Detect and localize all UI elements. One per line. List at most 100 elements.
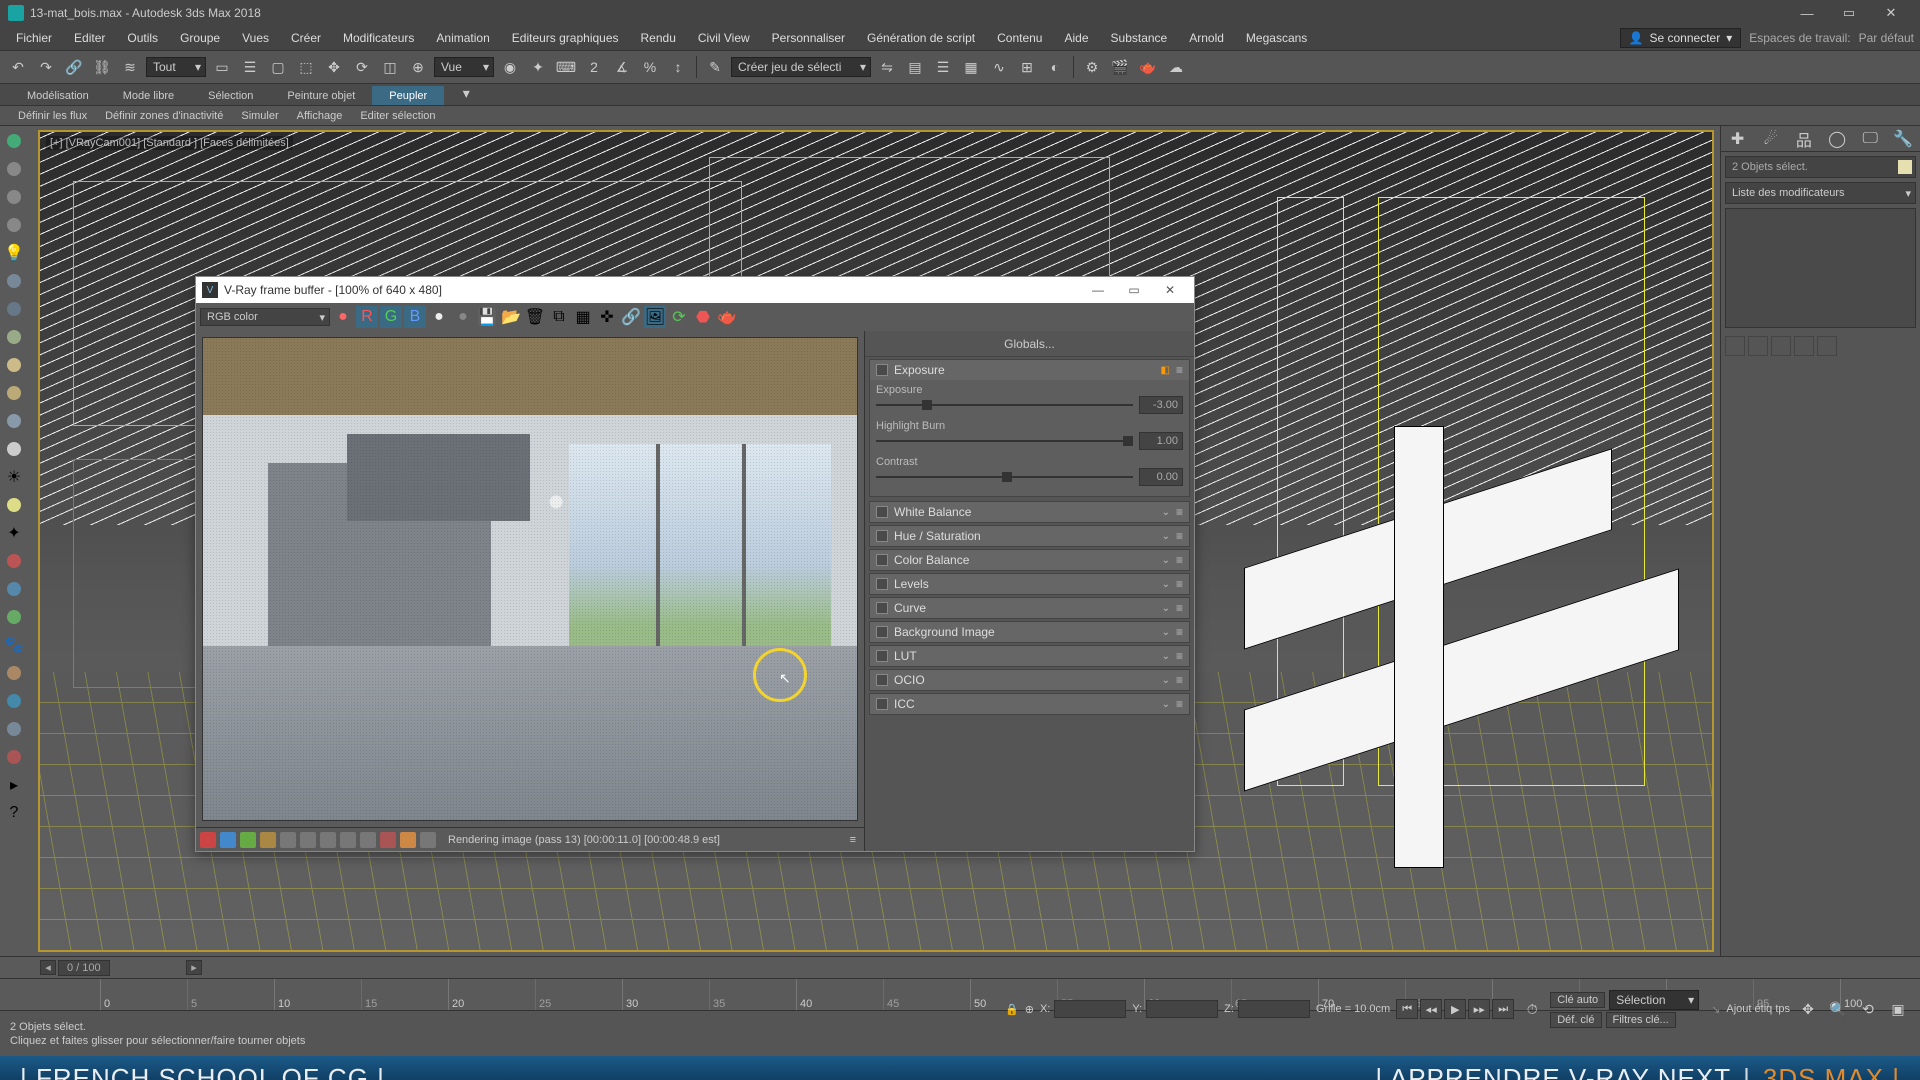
lt-18[interactable] xyxy=(3,606,25,628)
motion-tab-icon[interactable]: ◯ xyxy=(1827,129,1847,149)
vfb-green-button[interactable]: G xyxy=(380,306,402,328)
subribbon-editer[interactable]: Editer sélection xyxy=(352,108,443,124)
redo-button[interactable]: ↷ xyxy=(34,55,58,79)
panel-checkbox[interactable] xyxy=(876,698,888,710)
vfb-render-image[interactable]: ↖ xyxy=(202,337,858,821)
schematic-button[interactable]: ⊞ xyxy=(1015,55,1039,79)
play-button[interactable]: ▶ xyxy=(1444,999,1466,1019)
contrast-slider[interactable] xyxy=(876,476,1133,478)
close-button[interactable]: ✕ xyxy=(1870,2,1912,24)
vfb-minimize-button[interactable]: — xyxy=(1080,280,1116,300)
vfb-sb-9[interactable] xyxy=(360,832,376,848)
menu-fichier[interactable]: Fichier xyxy=(6,28,62,48)
vfb-globals-button[interactable]: Globals... xyxy=(865,331,1194,357)
time-slider-bar[interactable]: ◂ 0 / 100 ▸ xyxy=(0,956,1920,978)
tab-peupler[interactable]: Peupler xyxy=(372,86,444,105)
menu-animation[interactable]: Animation xyxy=(426,28,499,48)
vfb-save-icon[interactable]: 💾 xyxy=(476,306,498,328)
lt-23[interactable] xyxy=(3,746,25,768)
menu-editeurs-graphiques[interactable]: Editeurs graphiques xyxy=(502,28,629,48)
lt-17[interactable] xyxy=(3,578,25,600)
menu-outils[interactable]: Outils xyxy=(117,28,168,48)
time-slider-next[interactable]: ▸ xyxy=(186,960,202,975)
utilities-tab-icon[interactable]: 🔧 xyxy=(1893,129,1913,149)
coord-x-input[interactable] xyxy=(1054,1000,1126,1018)
restore-button[interactable]: ▭ xyxy=(1828,2,1870,24)
vfb-sb-11[interactable] xyxy=(400,832,416,848)
panel-header[interactable]: White Balance⌄≡ xyxy=(870,502,1189,522)
key-filter-dropdown[interactable]: Sélection xyxy=(1609,990,1699,1010)
object-color-swatch[interactable] xyxy=(1898,160,1912,174)
move-button[interactable]: ✥ xyxy=(322,55,346,79)
goto-end-button[interactable]: ⏭ xyxy=(1492,999,1514,1019)
panel-header[interactable]: Hue / Saturation⌄≡ xyxy=(870,526,1189,546)
lt-12[interactable] xyxy=(3,438,25,460)
panel-header[interactable]: OCIO⌄≡ xyxy=(870,670,1189,690)
lt-8[interactable] xyxy=(3,326,25,348)
vfb-refresh-icon[interactable]: ⟳ xyxy=(668,306,690,328)
vp-zoom-button[interactable]: 🔍 xyxy=(1826,997,1850,1021)
vfb-cc-icon[interactable]: 🖼 xyxy=(644,306,666,328)
ribbon-toggle-icon[interactable]: ▾ xyxy=(454,81,478,105)
render-setup-button[interactable]: ⚙ xyxy=(1080,55,1104,79)
goto-start-button[interactable]: ⏮ xyxy=(1396,999,1418,1019)
layers-button[interactable]: ☰ xyxy=(931,55,955,79)
bind-button[interactable]: ≋ xyxy=(118,55,142,79)
scale-button[interactable]: ◫ xyxy=(378,55,402,79)
vfb-rgb-icon[interactable]: ● xyxy=(332,306,354,328)
rect-region-button[interactable]: ▢ xyxy=(266,55,290,79)
modifier-stack[interactable] xyxy=(1725,208,1916,328)
panel-header[interactable]: LUT⌄≡ xyxy=(870,646,1189,666)
panel-checkbox[interactable] xyxy=(876,626,888,638)
lt-sun-icon[interactable]: ☀ xyxy=(3,466,25,488)
time-slider-value[interactable]: 0 / 100 xyxy=(58,960,110,976)
lt-16[interactable] xyxy=(3,550,25,572)
lt-14[interactable] xyxy=(3,494,25,516)
panel-checkbox[interactable] xyxy=(876,506,888,518)
lt-1[interactable] xyxy=(3,130,25,152)
curve-editor-button[interactable]: ∿ xyxy=(987,55,1011,79)
vfb-alpha-button[interactable]: ● xyxy=(428,306,450,328)
subribbon-simuler[interactable]: Simuler xyxy=(233,108,286,124)
vfb-sb-10[interactable] xyxy=(380,832,396,848)
menu-editer[interactable]: Editer xyxy=(64,28,115,48)
next-frame-button[interactable]: ▸▸ xyxy=(1468,999,1490,1019)
vfb-copy-icon[interactable]: ⧉ xyxy=(548,306,570,328)
auto-key-button[interactable]: Clé auto xyxy=(1550,992,1605,1008)
vp-max-button[interactable]: ▣ xyxy=(1886,997,1910,1021)
vfb-maximize-button[interactable]: ▭ xyxy=(1116,280,1152,300)
spinner-snap-button[interactable]: ↕ xyxy=(666,55,690,79)
viewport-label[interactable]: [+] [VRayCam001] [Standard ] [Faces déli… xyxy=(46,136,293,150)
selection-filter-dropdown[interactable]: Tout xyxy=(146,57,206,77)
align-button[interactable]: ▤ xyxy=(903,55,927,79)
vfb-stop-icon[interactable]: ⬣ xyxy=(692,306,714,328)
lt-15[interactable]: ✦ xyxy=(3,522,25,544)
vfb-sb-3[interactable] xyxy=(240,832,256,848)
prev-frame-button[interactable]: ◂◂ xyxy=(1420,999,1442,1019)
render-button[interactable]: 🫖 xyxy=(1136,55,1160,79)
make-unique-button[interactable] xyxy=(1771,336,1791,356)
vfb-red-button[interactable]: R xyxy=(356,306,378,328)
menu-script[interactable]: Génération de script xyxy=(857,28,985,48)
object-name-field[interactable]: 2 Objets sélect. xyxy=(1725,156,1916,178)
tab-peinture-objet[interactable]: Peinture objet xyxy=(270,86,372,105)
place-button[interactable]: ⊕ xyxy=(406,55,430,79)
menu-personnaliser[interactable]: Personnaliser xyxy=(762,28,855,48)
online-render-button[interactable]: ☁ xyxy=(1164,55,1188,79)
hierarchy-tab-icon[interactable]: 品 xyxy=(1794,129,1814,149)
vfb-clear-icon[interactable]: 🗑 xyxy=(524,306,546,328)
panel-header[interactable]: Levels⌄≡ xyxy=(870,574,1189,594)
panel-checkbox[interactable] xyxy=(876,602,888,614)
select-object-button[interactable]: ▭ xyxy=(210,55,234,79)
lt-7[interactable] xyxy=(3,298,25,320)
panel-checkbox[interactable] xyxy=(876,674,888,686)
menu-substance[interactable]: Substance xyxy=(1101,28,1178,48)
mirror-button[interactable]: ⇋ xyxy=(875,55,899,79)
tab-modelisation[interactable]: Modélisation xyxy=(10,86,106,105)
vfb-sb-1[interactable] xyxy=(200,832,216,848)
panel-header[interactable]: Background Image⌄≡ xyxy=(870,622,1189,642)
snap-2d-button[interactable]: 2 xyxy=(582,55,606,79)
vfb-sb-5[interactable] xyxy=(280,832,296,848)
lt-6[interactable] xyxy=(3,270,25,292)
modifier-list-dropdown[interactable]: Liste des modificateurs xyxy=(1725,182,1916,204)
